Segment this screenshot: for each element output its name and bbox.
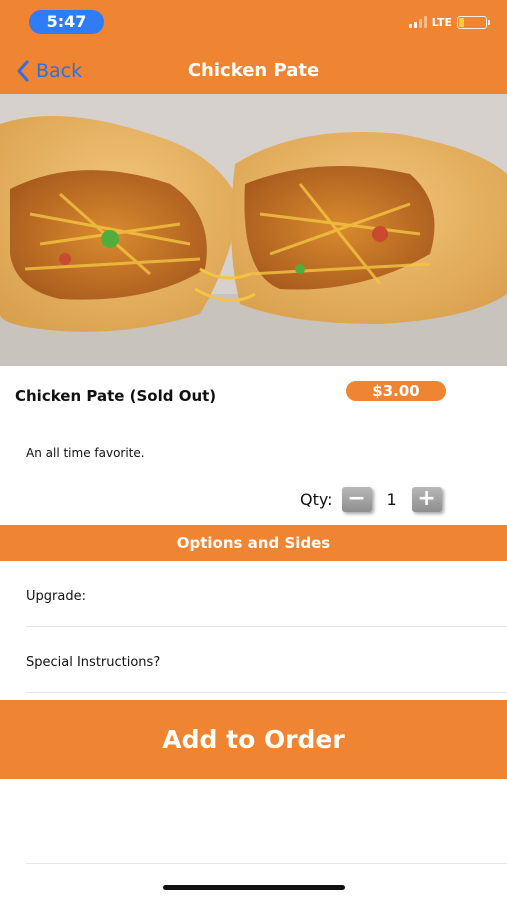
add-to-order-button[interactable]: Add to Order (0, 700, 507, 779)
top-header: 5:47 LTE Back Chicken Pate (0, 0, 507, 94)
product-name: Chicken Pate (Sold Out) (15, 387, 217, 405)
battery-icon (457, 15, 490, 29)
upgrade-option-row[interactable]: Upgrade: (26, 561, 507, 627)
quantity-label: Qty: (300, 489, 333, 509)
special-instructions-row[interactable]: Special Instructions? (26, 627, 507, 693)
quantity-stepper: Qty: − 1 + (300, 486, 442, 512)
divider (26, 863, 507, 864)
product-photo-illustration (0, 94, 507, 366)
price-badge: $3.00 (346, 381, 446, 401)
signal-icon (408, 16, 427, 28)
home-indicator[interactable] (163, 885, 345, 890)
increment-button[interactable]: + (411, 486, 442, 512)
network-label: LTE (431, 15, 452, 29)
quantity-value: 1 (386, 489, 397, 509)
status-indicators: LTE (408, 15, 490, 29)
page-title: Chicken Pate (187, 60, 320, 81)
status-time: 5:47 (29, 10, 104, 34)
product-description: An all time favorite. (26, 446, 145, 460)
options-section-header: Options and Sides (0, 525, 507, 561)
special-instructions-label: Special Instructions? (26, 655, 161, 670)
product-photo (0, 94, 507, 366)
decrement-button[interactable]: − (341, 486, 372, 512)
upgrade-label: Upgrade: (26, 589, 86, 604)
